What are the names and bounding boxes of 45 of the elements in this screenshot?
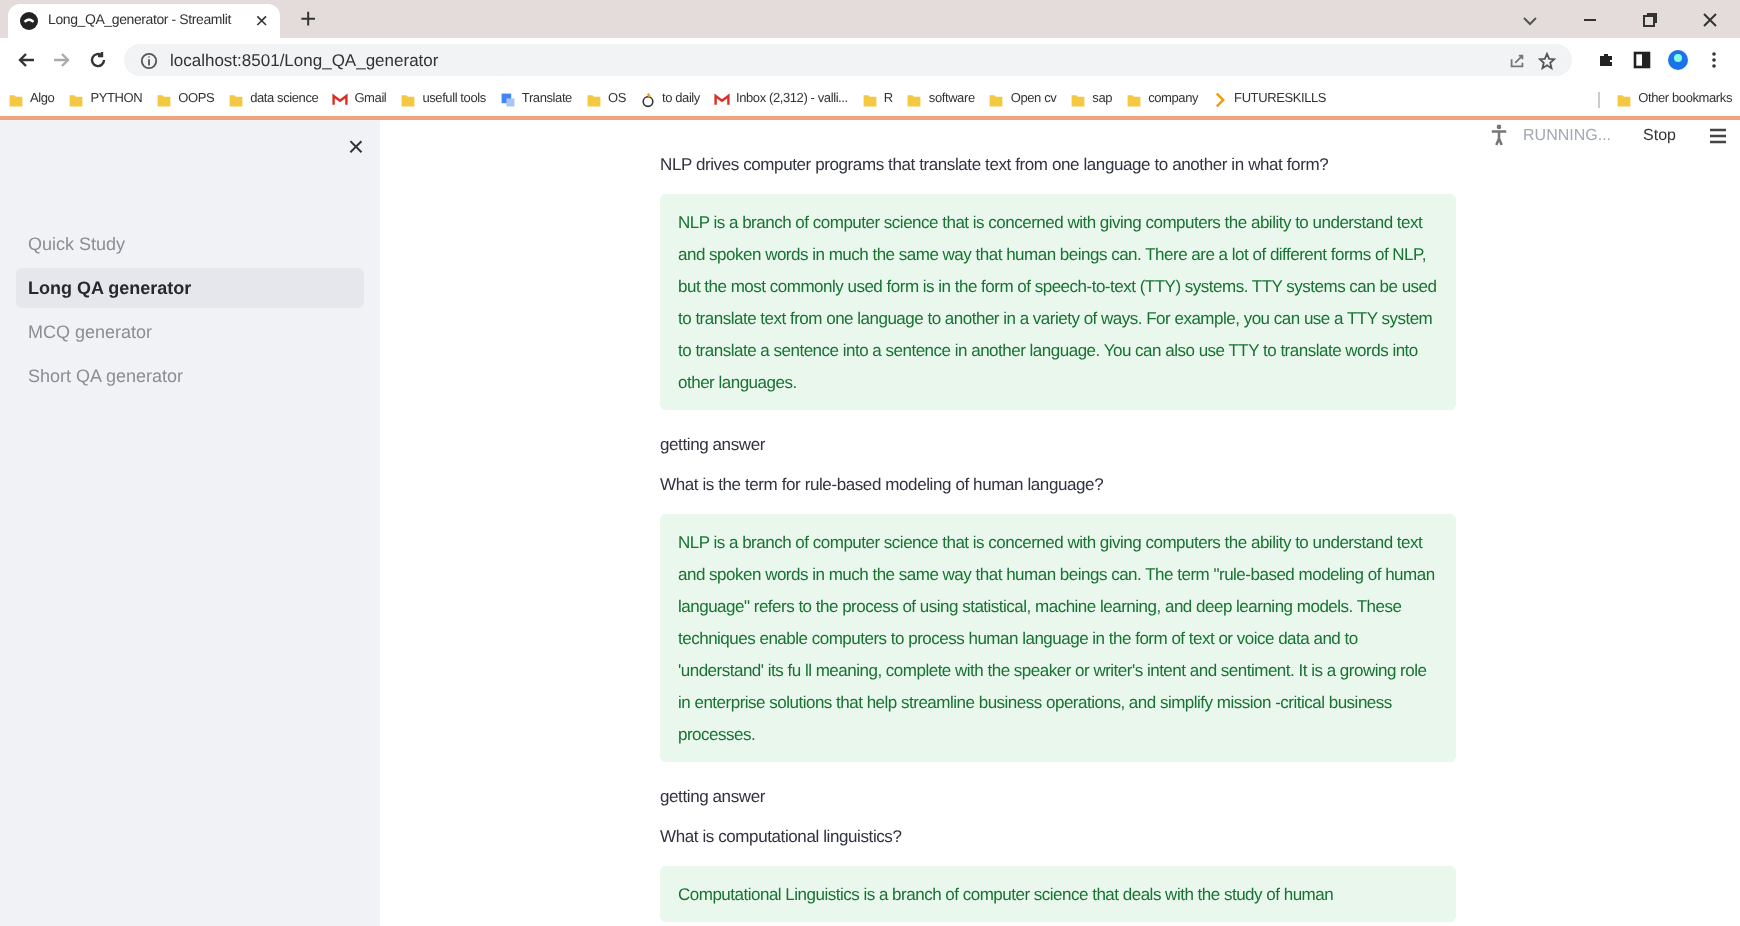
reload-icon[interactable] [88, 50, 108, 70]
back-arrow-icon[interactable] [16, 50, 36, 70]
info-icon [140, 51, 158, 69]
sidebar-panel-icon[interactable] [1632, 50, 1652, 70]
status-text: getting answer [660, 434, 767, 456]
share-icon[interactable] [1508, 51, 1526, 69]
folder-icon [400, 91, 417, 107]
translate-icon [499, 91, 516, 107]
folder-icon [68, 91, 85, 107]
sidebar-nav-item[interactable]: Long QA generator [16, 268, 364, 308]
profile-avatar-icon[interactable] [1668, 50, 1688, 70]
folder-icon [988, 91, 1005, 107]
mail-icon [713, 91, 730, 107]
puzzle-icon[interactable] [1596, 50, 1616, 70]
answer-box: NLP is a branch of computer science that is concerned with giving computers the ability to understand text and spoken words in much the same way that human beings can. The term "rule-based modeling of human language" refers to the process of using statistical, machine learning, and deep learning models. These techniques enable computers to process human language in the form of text or voice data and to 'understand' its fu ll meaning, complete with the speaker or writer's intent and sentiment. It is a growing role in enterprise solutions that help streamline business operations, and simplify mission -critical business processes. [660, 514, 1456, 762]
new-tab-button[interactable]: + [300, 2, 317, 34]
folder-icon [861, 91, 878, 107]
folder-icon [1070, 91, 1087, 107]
close-icon[interactable] [1700, 10, 1720, 30]
mail-icon [332, 91, 349, 107]
folder-icon [228, 91, 245, 107]
folder-icon [8, 91, 24, 107]
tab-close-button[interactable]: × [255, 9, 268, 33]
chevron-right-icon [1212, 91, 1229, 107]
folder-icon [906, 91, 923, 107]
status-text: getting answer [660, 786, 767, 808]
folder-icon [1126, 91, 1143, 107]
app-logo-icon [20, 12, 38, 30]
running-person-icon [1489, 124, 1508, 146]
answer-box: NLP is a branch of computer science that is concerned with giving computers the ability to understand text and spoken words in much the same way that human beings can. There are a lot of different forms of NLP, but the most commonly used form is in the form of speech-to-text (TTY) systems. TTY systems can be used to translate text from one language to another in a variety of ways. For example, you can use a TTY system to translate a sentence into a sentence in another language. You can also use TTY to translate words into other languages. [660, 194, 1456, 410]
running-status: RUNNING... [1523, 126, 1612, 144]
stop-button[interactable]: Stop [1643, 126, 1676, 144]
restore-icon[interactable] [1640, 10, 1660, 30]
question-text: What is computational linguistics? [660, 826, 904, 848]
star-icon[interactable] [1538, 51, 1556, 69]
question-text: NLP drives computer programs that translate text from one language to another in what form? [660, 154, 1331, 176]
answer-box: Computational Linguistics is a branch of computer science that deals with the study of human [660, 866, 1456, 922]
question-text: What is the term for rule-based modeling of human language? [660, 474, 1106, 496]
folder-icon [585, 91, 602, 107]
menu-icon[interactable] [1708, 125, 1728, 145]
address-bar[interactable]: localhost:8501/Long_QA_generator [124, 44, 1572, 76]
app-icon [639, 91, 656, 107]
folder-icon [1616, 91, 1633, 107]
folder-icon [156, 91, 173, 107]
close-sidebar-button[interactable]: × [347, 132, 364, 224]
